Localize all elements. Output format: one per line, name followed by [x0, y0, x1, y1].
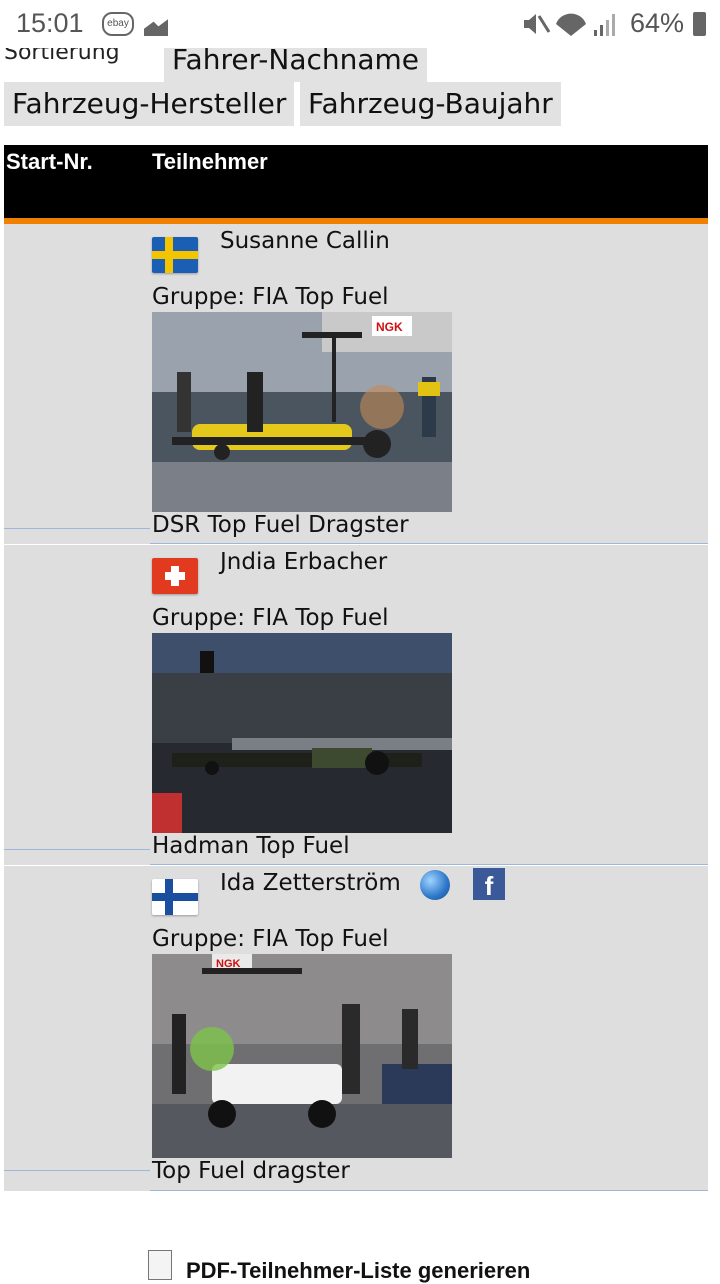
start-nr-cell: [4, 866, 150, 1171]
participant-name[interactable]: Susanne Callin: [220, 228, 390, 254]
facebook-icon[interactable]: f: [473, 868, 505, 901]
gallery-icon: [144, 12, 168, 36]
pdf-document-icon[interactable]: [148, 1250, 172, 1280]
row-divider: [150, 543, 708, 544]
vehicle-name: Hadman Top Fuel: [152, 833, 350, 859]
dragster-photo[interactable]: [152, 633, 452, 833]
vehicle-name: DSR Top Fuel Dragster: [152, 512, 409, 538]
signal-icons: [524, 13, 615, 36]
row-divider: [150, 1190, 708, 1191]
participant-group: Gruppe: FIA Top Fuel: [152, 926, 389, 952]
participant-name[interactable]: Ida Zetterström: [220, 870, 401, 896]
table-row: Jndia Erbacher Gruppe: FIA Top Fuel Hadm…: [4, 545, 708, 865]
column-header-teilnehmer: Teilnehmer: [152, 149, 268, 174]
participant-group: Gruppe: FIA Top Fuel: [152, 605, 389, 631]
ebay-icon: ebay: [102, 12, 134, 36]
sort-by-vehicle-manufacturer-button[interactable]: Fahrzeug-Hersteller: [4, 82, 295, 126]
table-row: Susanne Callin Gruppe: FIA Top Fuel NGK …: [4, 224, 708, 544]
switzerland-flag-icon: [152, 558, 198, 594]
table-row: Ida Zetterström f Gruppe: FIA Top Fuel N…: [4, 866, 708, 1191]
dragster-photo[interactable]: NGK: [152, 312, 452, 512]
svg-text:NGK: NGK: [376, 320, 403, 334]
participant-group: Gruppe: FIA Top Fuel: [152, 284, 389, 310]
pdf-generate-link[interactable]: PDF-Teilnehmer-Liste generieren: [186, 1258, 530, 1284]
row-divider: [150, 864, 708, 865]
finland-flag-icon: [152, 879, 198, 915]
battery-percentage: 64%: [629, 8, 684, 38]
table-header: Start-Nr. Teilnehmer: [4, 145, 708, 218]
sweden-flag-icon: [152, 237, 198, 273]
globe-icon[interactable]: [420, 870, 450, 900]
dragster-photo[interactable]: NGK: [152, 954, 452, 1158]
start-nr-cell: [4, 545, 150, 850]
status-time: 15:01: [16, 8, 84, 38]
status-bar: 15:01 ebay 64%: [0, 0, 720, 48]
vehicle-name: Top Fuel dragster: [152, 1158, 350, 1184]
participant-name[interactable]: Jndia Erbacher: [220, 549, 387, 575]
battery-icon: [693, 12, 706, 36]
sort-by-vehicle-year-button[interactable]: Fahrzeug-Baujahr: [300, 82, 561, 126]
column-header-start-nr: Start-Nr.: [6, 149, 93, 174]
start-nr-cell: [4, 224, 150, 529]
